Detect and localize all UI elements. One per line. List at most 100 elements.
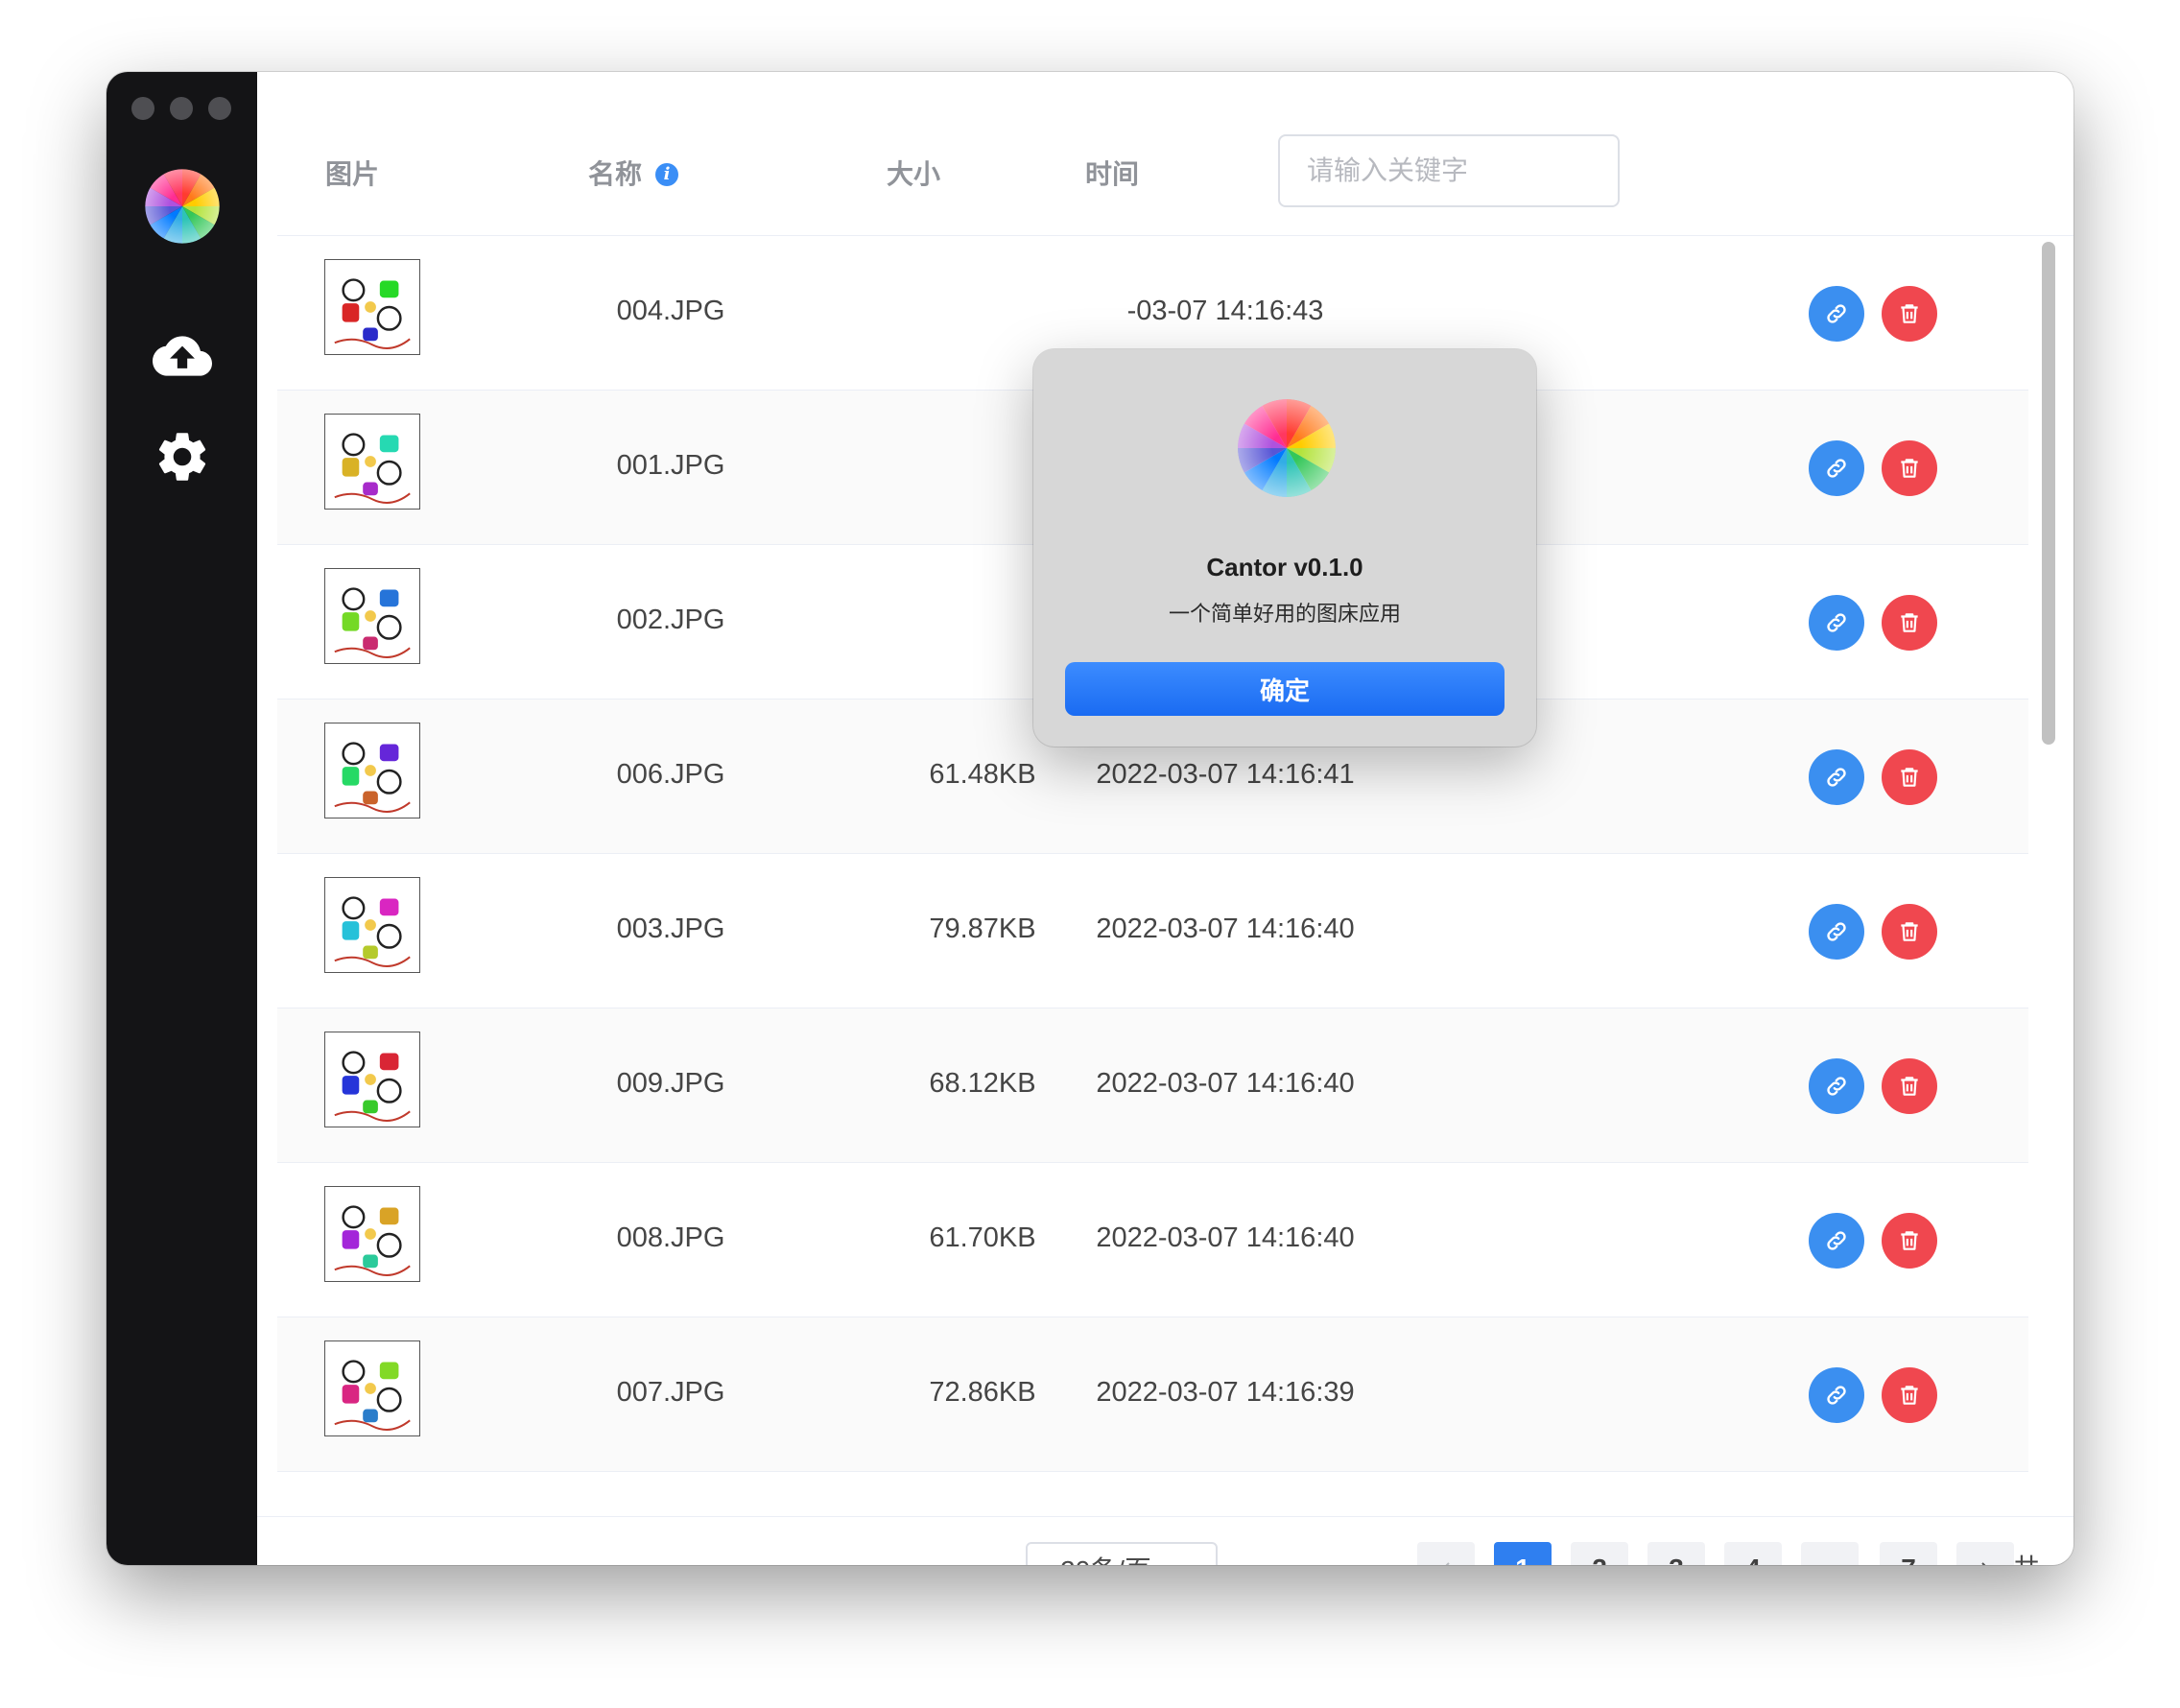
delete-button[interactable] [1882,595,1937,651]
main-content: 图片 名称 i 大小 时间 004.JPG -03-07 14:16:43 001.… [257,72,2073,1565]
file-name: 003.JPG [616,913,725,944]
trash-icon [1901,768,1918,787]
about-dialog: Cantor v0.1.0 一个简单好用的图床应用 确定 [1033,349,1536,747]
chevron-left-icon [1445,1562,1450,1565]
page-ellipsis-button[interactable]: ··· [1801,1542,1859,1565]
delete-button[interactable] [1882,749,1937,805]
page-size-value: 20条/页 [1060,1550,1151,1565]
upload-time: 2022-03-07 14:16:39 [1096,1377,1355,1408]
upload-cloud-icon[interactable] [153,326,212,386]
dialog-ok-button[interactable]: 确定 [1065,662,1505,716]
page-button[interactable]: 3 [1647,1542,1705,1565]
page-button[interactable]: 2 [1571,1542,1628,1565]
close-window-button[interactable] [131,97,154,120]
file-name: 009.JPG [616,1068,725,1099]
image-thumbnail-art [325,724,419,818]
prev-page-button[interactable] [1417,1542,1475,1565]
delete-button[interactable] [1882,286,1937,342]
app-window: 图片 名称 i 大小 时间 004.JPG -03-07 14:16:43 001.… [107,72,2073,1565]
image-thumbnail-art [325,1187,419,1281]
table-header: 图片 名称 i 大小 时间 [277,72,2073,236]
table-row: 009.JPG 68.12KB 2022-03-07 14:16:40 [277,1008,2028,1163]
copy-link-button[interactable] [1809,749,1864,805]
delete-button[interactable] [1882,904,1937,960]
file-name: 002.JPG [616,605,725,635]
copy-link-button[interactable] [1809,595,1864,651]
delete-button[interactable] [1882,1213,1937,1269]
link-icon [1827,304,1846,323]
copy-link-button[interactable] [1809,1058,1864,1114]
scrollbar-thumb[interactable] [2042,242,2055,745]
link-icon [1827,922,1846,941]
image-thumbnail[interactable] [324,414,420,510]
file-name: 007.JPG [616,1377,725,1408]
link-icon [1827,1386,1846,1405]
image-thumbnail[interactable] [324,1340,420,1436]
image-thumbnail-art [325,415,419,509]
copy-link-button[interactable] [1809,1213,1864,1269]
header-time: 时间 [1085,159,1140,189]
copy-link-button[interactable] [1809,904,1864,960]
link-icon [1827,768,1846,787]
image-thumbnail-art [325,878,419,972]
header-size: 大小 [887,159,941,189]
file-name: 004.JPG [616,296,725,326]
chevron-down-icon [1179,1561,1198,1565]
image-thumbnail[interactable] [324,877,420,973]
trash-icon [1901,1231,1918,1250]
total-prefix: 共 [2013,1554,2040,1565]
settings-gear-icon[interactable] [153,427,212,486]
file-size: 72.86KB [929,1377,1036,1408]
trash-icon [1901,922,1918,941]
zoom-window-button[interactable] [208,97,231,120]
dialog-message: 一个简单好用的图床应用 [1168,602,1401,626]
table-row: 008.JPG 61.70KB 2022-03-07 14:16:40 [277,1163,2028,1317]
minimize-window-button[interactable] [170,97,193,120]
image-thumbnail-art [325,1032,419,1127]
search-input[interactable] [1278,134,1620,207]
image-thumbnail[interactable] [324,259,420,355]
image-thumbnail[interactable] [324,568,420,664]
image-thumbnail[interactable] [324,723,420,818]
image-thumbnail[interactable] [324,1186,420,1282]
window-controls [131,97,231,120]
file-size: 68.12KB [929,1068,1036,1099]
file-size: 61.70KB [929,1222,1036,1253]
total-count: 共 139 条 [2013,1548,2073,1565]
page-size-select[interactable]: 20条/页 [1026,1542,1218,1565]
trash-icon [1901,459,1918,478]
link-icon [1827,1077,1846,1096]
delete-button[interactable] [1882,440,1937,496]
table-row: 003.JPG 79.87KB 2022-03-07 14:16:40 [277,854,2028,1008]
file-name: 008.JPG [616,1222,725,1253]
page-button[interactable]: 1 [1494,1542,1552,1565]
upload-time: 2022-03-07 14:16:40 [1096,1068,1355,1099]
next-page-button[interactable] [1956,1542,2014,1565]
image-thumbnail-art [325,1341,419,1435]
image-thumbnail[interactable] [324,1032,420,1127]
file-size: 61.48KB [929,759,1036,790]
copy-link-button[interactable] [1809,1367,1864,1423]
link-icon [1827,613,1846,632]
copy-link-button[interactable] [1809,286,1864,342]
file-name: 001.JPG [616,450,725,481]
info-icon[interactable]: i [655,163,679,186]
image-thumbnail-art [325,569,419,663]
file-size: 79.87KB [929,913,1036,944]
file-name: 006.JPG [616,759,725,790]
link-icon [1827,459,1846,478]
header-name: 名称 i [588,158,679,191]
table-row: 007.JPG 72.86KB 2022-03-07 14:16:39 [277,1317,2028,1472]
upload-time: 2022-03-07 14:16:40 [1096,913,1355,944]
link-icon [1827,1231,1846,1250]
vertical-scrollbar[interactable] [2038,236,2059,1516]
upload-time: -03-07 14:16:43 [1126,296,1324,326]
page-button[interactable]: 4 [1724,1542,1782,1565]
trash-icon [1901,1386,1918,1405]
trash-icon [1901,304,1918,323]
copy-link-button[interactable] [1809,440,1864,496]
delete-button[interactable] [1882,1058,1937,1114]
upload-time: 2022-03-07 14:16:41 [1096,759,1355,790]
delete-button[interactable] [1882,1367,1937,1423]
page-button[interactable]: 7 [1880,1542,1937,1565]
